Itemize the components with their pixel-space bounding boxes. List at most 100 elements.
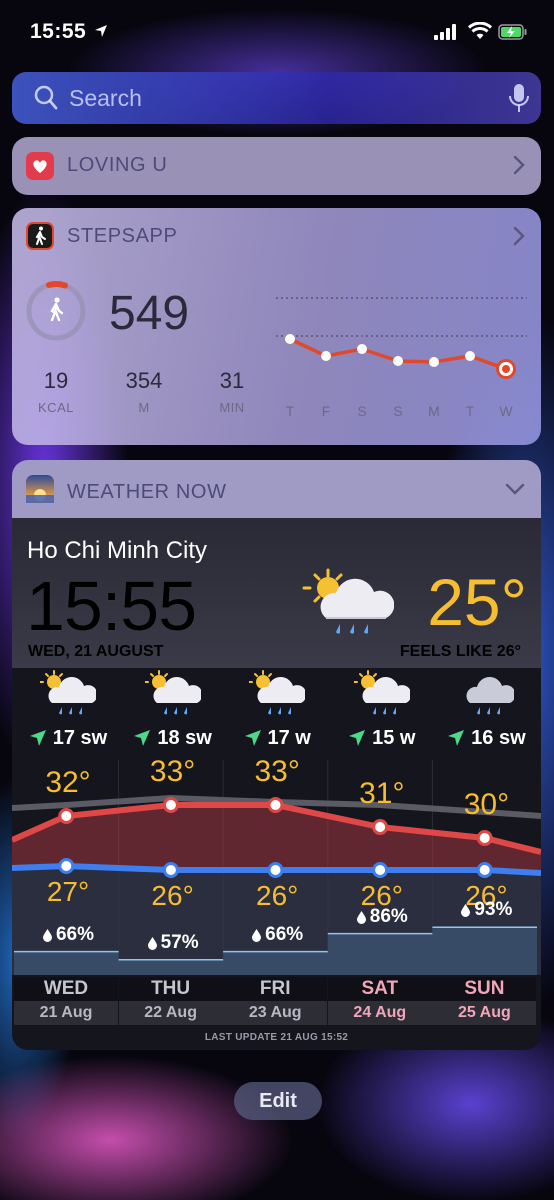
search-bar[interactable]: Search xyxy=(12,72,541,124)
day-date: 22 Aug xyxy=(118,1001,223,1025)
steps-count: 549 xyxy=(109,287,190,340)
chevron-down-icon[interactable] xyxy=(505,483,525,495)
wind-reading: 17 sw xyxy=(16,727,120,750)
stat-minutes: 31 MIN xyxy=(219,368,245,415)
low-temp-point-inner xyxy=(270,865,281,875)
forecast-column: 18 sw xyxy=(121,670,225,750)
local-time: 15:55 xyxy=(26,567,197,645)
wind-direction-icon xyxy=(349,730,366,746)
wind-reading: 18 sw xyxy=(121,727,225,750)
wind-reading: 16 sw xyxy=(434,727,538,750)
day-date: 21 Aug xyxy=(14,1001,118,1025)
humidity-bar xyxy=(14,951,119,975)
day-date: 25 Aug xyxy=(432,1001,537,1025)
low-temp-label: 26° xyxy=(256,880,299,911)
widget-title: LOVING U xyxy=(67,154,168,176)
steps-progress-ring xyxy=(26,281,86,341)
status-time: 15:55 xyxy=(30,20,87,43)
raindrop-icon xyxy=(252,928,262,942)
wind-reading: 17 w xyxy=(225,727,329,750)
wind-reading: 15 w xyxy=(330,727,434,750)
humidity-bar xyxy=(118,959,224,975)
partly-cloudy-rain-icon xyxy=(330,670,434,721)
edit-button[interactable]: Edit xyxy=(234,1082,322,1120)
forecast-column: 15 w xyxy=(330,670,434,750)
raindrop-icon xyxy=(461,904,471,918)
weather-now-widget[interactable]: WEATHER NOW Ho Chi Minh City 15:55 WED, … xyxy=(12,460,541,1050)
chevron-right-icon[interactable] xyxy=(513,226,525,246)
humidity-reading: 93% xyxy=(434,899,538,921)
raindrop-icon xyxy=(147,936,157,950)
partly-cloudy-rain-icon xyxy=(225,670,329,721)
high-temp-label: 33° xyxy=(149,755,196,788)
city-name: Ho Chi Minh City xyxy=(27,537,208,564)
search-input[interactable]: Search xyxy=(69,85,142,112)
high-temp-point-inner xyxy=(375,822,386,832)
wind-speed: 17 w xyxy=(267,727,311,749)
high-temp-point-inner xyxy=(479,833,490,843)
humidity-bar xyxy=(432,927,537,975)
status-bar: 15:55 xyxy=(0,0,554,66)
wind-direction-icon xyxy=(448,730,465,746)
widget-header[interactable]: WEATHER NOW xyxy=(12,460,541,518)
wind-speed: 17 sw xyxy=(52,727,108,749)
day-name: WED xyxy=(14,977,118,1001)
day-name: THU xyxy=(118,977,223,1001)
stepsapp-widget[interactable]: STEPSAPP 549 19 KCAL 354 M 31 MIN T F S S M… xyxy=(12,208,541,445)
current-date: WED, 21 AUGUST xyxy=(28,643,164,660)
high-temp-point-inner xyxy=(61,811,72,821)
cloud-rain-icon xyxy=(434,670,538,721)
steps-week-chart: T F S S M T W xyxy=(276,288,527,419)
forecast-day: FRI 23 Aug xyxy=(223,977,328,1025)
widget-title: STEPSAPP xyxy=(67,225,178,247)
heart-app-icon xyxy=(26,152,54,180)
wind-direction-icon xyxy=(134,730,151,746)
low-temp-label: 26° xyxy=(151,880,194,911)
raindrop-icon xyxy=(42,928,52,942)
partly-cloudy-rain-icon xyxy=(121,670,225,721)
battery-charging-icon xyxy=(498,24,527,40)
current-temperature: 25° xyxy=(427,565,527,639)
wind-direction-icon xyxy=(244,730,261,746)
wifi-icon xyxy=(468,22,492,39)
humidity-reading: 86% xyxy=(330,906,434,928)
widget-title: WEATHER NOW xyxy=(67,481,227,503)
chart-day-label: F xyxy=(322,403,331,419)
feels-like: FEELS LIKE 26° xyxy=(399,643,521,660)
day-name: SAT xyxy=(327,977,432,1001)
chart-day-label: M xyxy=(428,403,440,419)
low-temp-label: 27° xyxy=(46,876,90,907)
partly-cloudy-rain-icon xyxy=(16,670,120,721)
low-temp-point-inner xyxy=(375,865,386,875)
forecast-day: SUN 25 Aug xyxy=(432,977,537,1025)
high-temp-label: 31° xyxy=(359,777,405,810)
forecast-day: THU 22 Aug xyxy=(118,977,223,1025)
stat-kcal: 19 KCAL xyxy=(38,368,74,415)
chart-day-label: W xyxy=(499,403,513,419)
location-arrow-icon xyxy=(95,25,107,37)
chevron-right-icon[interactable] xyxy=(513,155,525,175)
wind-direction-icon xyxy=(29,730,46,746)
partly-cloudy-rain-icon xyxy=(302,568,394,634)
walking-person-icon xyxy=(50,297,64,322)
high-temp-label: 30° xyxy=(463,788,510,821)
low-temp-point-inner xyxy=(61,861,72,871)
chart-day-label: T xyxy=(466,403,475,419)
forecast-column: 17 w xyxy=(225,670,329,750)
forecast-column: 17 sw xyxy=(16,670,120,750)
forecast-day: SAT 24 Aug xyxy=(327,977,432,1025)
forecast-days-row: WED 21 Aug THU 22 Aug FRI 23 Aug SAT 24 Aug SUN 2… xyxy=(12,977,541,1027)
low-temp-point-inner xyxy=(165,865,176,875)
day-date: 24 Aug xyxy=(327,1001,432,1025)
microphone-icon[interactable] xyxy=(509,83,529,113)
chart-day-label: T xyxy=(286,403,295,419)
high-temp-point-inner xyxy=(270,800,281,810)
high-temp-point-inner xyxy=(165,800,176,810)
cellular-signal-icon xyxy=(434,24,456,40)
last-update-text: LAST UPDATE 21 AUG 15:52 xyxy=(204,1032,349,1043)
loving-u-widget[interactable]: LOVING U xyxy=(12,137,541,195)
stat-meters: 354 M xyxy=(125,368,163,415)
day-name: FRI xyxy=(223,977,328,1001)
wind-speed: 16 sw xyxy=(471,727,526,749)
high-temp-label: 33° xyxy=(254,755,300,788)
